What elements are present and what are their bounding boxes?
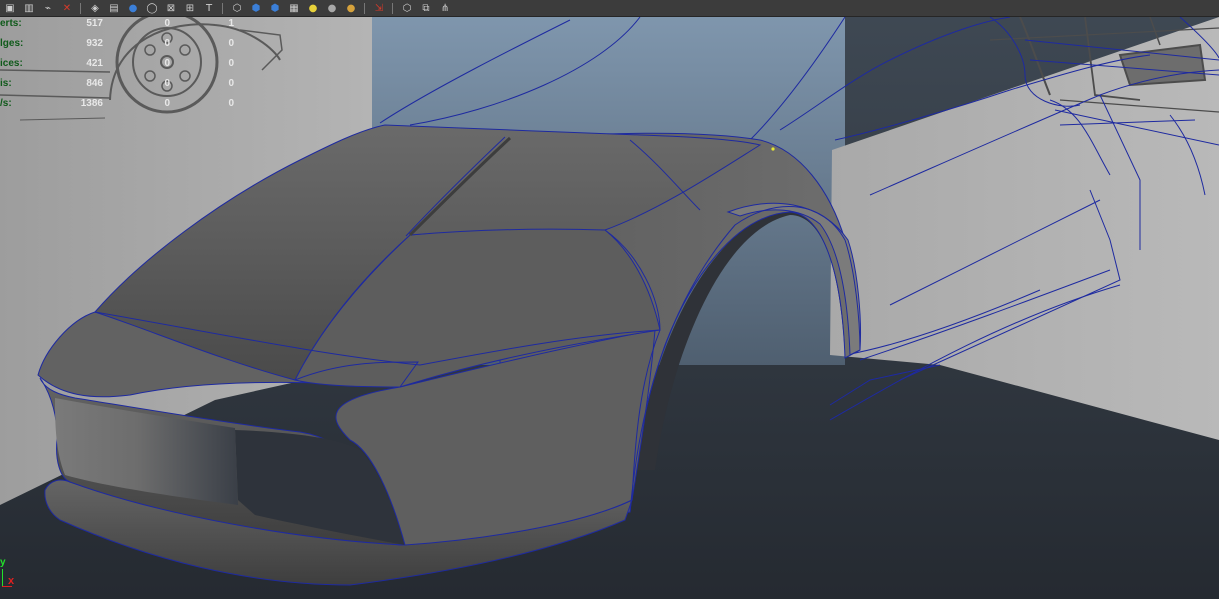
poly-count-hud: erts: 517 0 1 lges: 932 0 0 ices: 421 0 0 is: 846 0 0/s… [0, 17, 240, 117]
checker-icon[interactable]: ▦ [287, 2, 301, 15]
circle-icon[interactable]: ◯ [145, 2, 159, 15]
sphere-icon[interactable]: ● [126, 2, 140, 15]
axis-y-line [2, 569, 3, 587]
hud-total-value: 1386 [80, 98, 103, 109]
uv-icon[interactable]: ⊞ [183, 2, 197, 15]
hud-selected-value: 0 [164, 18, 170, 29]
render-region-icon[interactable]: ▣ [3, 2, 17, 15]
hud-row-label: is: [0, 78, 12, 89]
toolbar-separator [80, 2, 81, 14]
hud-extra-value: 0 [228, 58, 234, 69]
toolbar-separator [222, 2, 223, 14]
hud-total-value: 846 [86, 78, 103, 89]
hud-row: ices: 421 0 0 [0, 57, 240, 77]
hud-total-value: 932 [86, 38, 103, 49]
hud-extra-value: 0 [228, 38, 234, 49]
hud-extra-value: 0 [228, 78, 234, 89]
hud-row: lges: 932 0 0 [0, 37, 240, 57]
selected-vertex[interactable] [771, 147, 775, 151]
share-icon[interactable]: ⋔ [438, 2, 452, 15]
axis-y-label: y [0, 557, 6, 568]
light-gold-icon[interactable]: ● [344, 2, 358, 15]
hud-row: is: 846 0 0 [0, 77, 240, 97]
hud-row-label: lges: [0, 38, 24, 49]
layer-icon[interactable]: ◈ [88, 2, 102, 15]
hud-selected-value: 0 [164, 38, 170, 49]
textured-cube-icon[interactable]: ⬢ [268, 2, 282, 15]
viewport-toolbar: ▣ ▥ ⌁ ✕ ◈ ▤ ● ◯ ⊠ ⊞ T ⬡ ⬢ ⬢ ▦ ● ● ● ⇲ ⬡ ⧉ ⋔ [0, 0, 1219, 17]
axis-x-label: x [8, 575, 15, 587]
hud-extra-value: 1 [228, 18, 234, 29]
hud-row-label: erts: [0, 18, 22, 29]
light-grey-icon[interactable]: ● [325, 2, 339, 15]
toolbar-separator [392, 2, 393, 14]
hud-row-label: ices: [0, 58, 23, 69]
delete-history-icon[interactable]: ✕ [60, 2, 74, 15]
hud-extra-value: 0 [228, 98, 234, 109]
x-ray-icon[interactable]: ⊠ [164, 2, 178, 15]
hud-selected-value: 0 [164, 58, 170, 69]
hud-row-label: /s: [0, 98, 12, 109]
snap-curve-icon[interactable]: ⌁ [41, 2, 55, 15]
axis-indicator: y x [0, 557, 24, 591]
hud-total-value: 421 [86, 58, 103, 69]
hud-row: /s: 1386 0 0 [0, 97, 240, 117]
toolbar-separator [364, 2, 365, 14]
render-settings-icon[interactable]: ▥ [22, 2, 36, 15]
isolate-icon[interactable]: ⬡ [400, 2, 414, 15]
hud-selected-value: 0 [164, 78, 170, 89]
smooth-cube-icon[interactable]: ⬢ [249, 2, 263, 15]
text-icon[interactable]: T [202, 2, 216, 15]
frame-icon[interactable]: ⧉ [419, 2, 433, 15]
hud-row: erts: 517 0 1 [0, 17, 240, 37]
film-icon[interactable]: ▤ [107, 2, 121, 15]
select-tool-icon[interactable]: ⇲ [372, 2, 386, 15]
hud-total-value: 517 [86, 18, 103, 29]
maya-window: ▣ ▥ ⌁ ✕ ◈ ▤ ● ◯ ⊠ ⊞ T ⬡ ⬢ ⬢ ▦ ● ● ● ⇲ ⬡ ⧉ ⋔ [0, 0, 1219, 599]
light-yellow-icon[interactable]: ● [306, 2, 320, 15]
wireframe-cube-icon[interactable]: ⬡ [230, 2, 244, 15]
hud-selected-value: 0 [164, 98, 170, 109]
